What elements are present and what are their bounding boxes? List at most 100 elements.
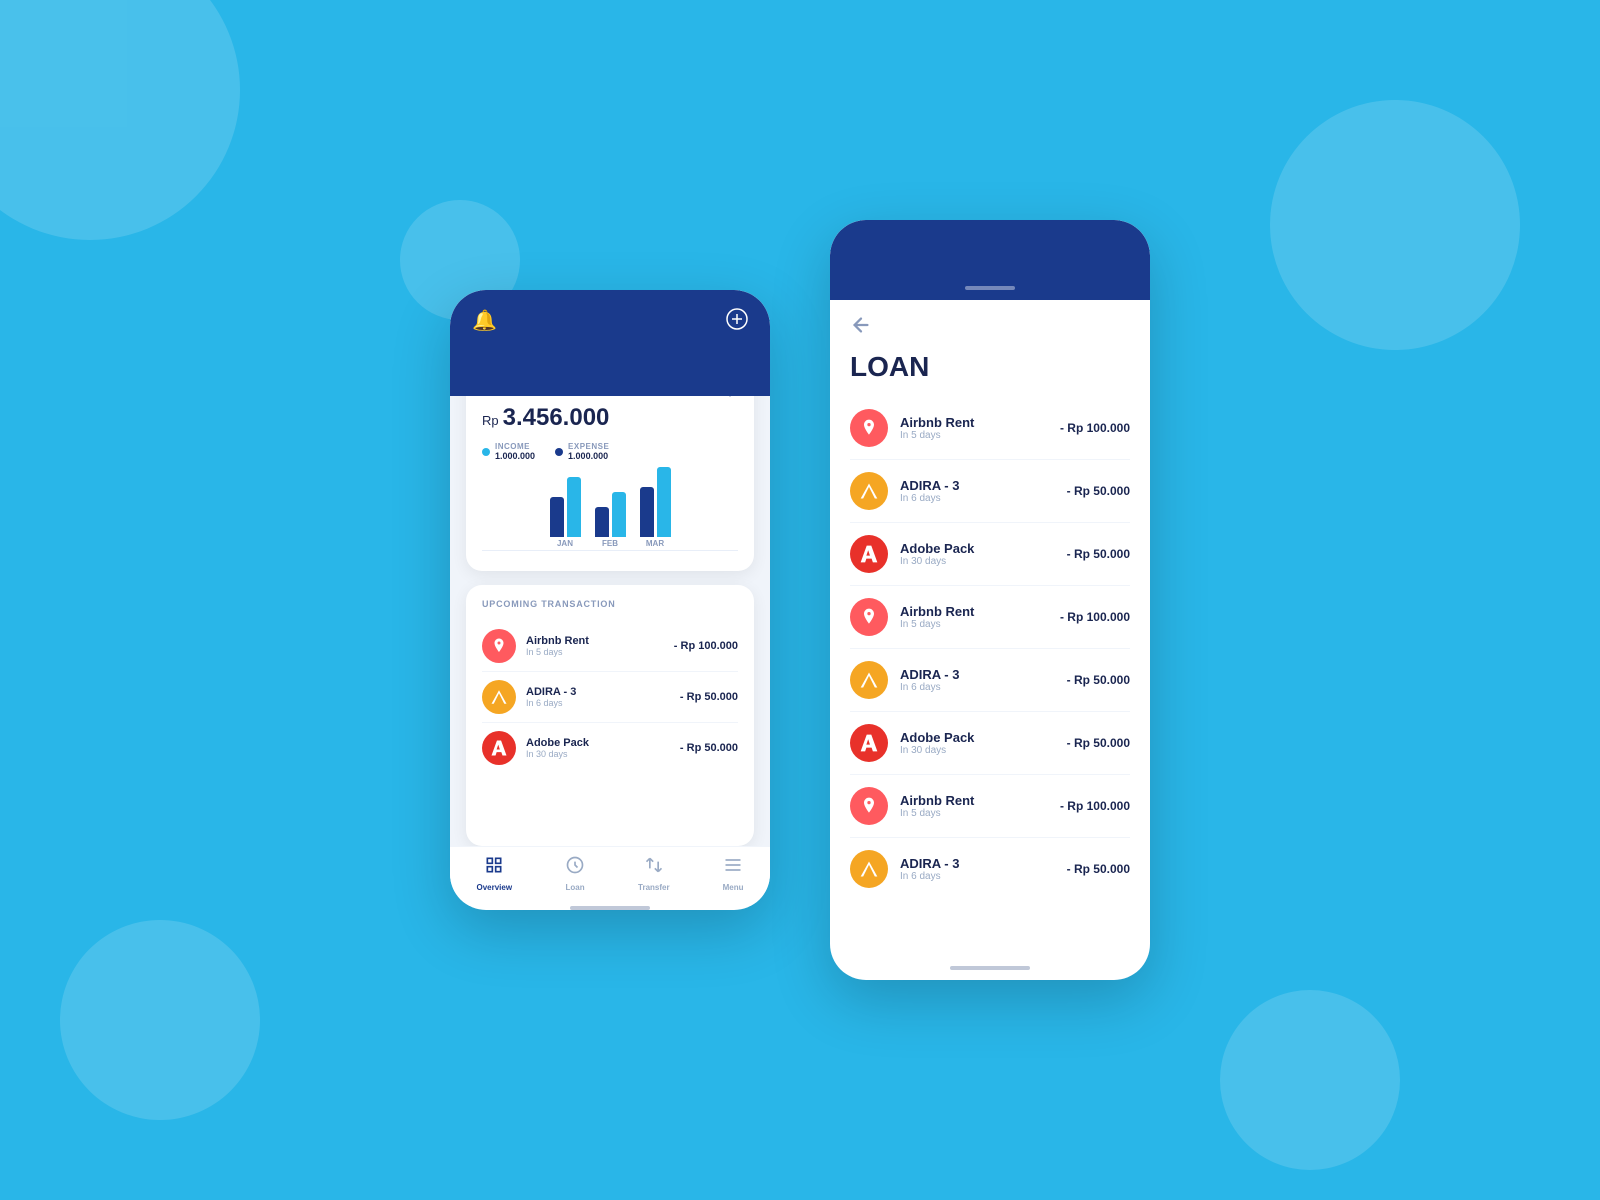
upcoming-title: UPCOMING TRANSACTION (482, 599, 738, 609)
expense-label: EXPENSE (568, 442, 609, 451)
chart-legend: INCOME 1.000.000 EXPENSE 1.000.000 (482, 442, 738, 461)
bar-jan-dark (550, 497, 564, 537)
loan-name: Airbnb Rent (900, 793, 1048, 808)
loan-amount: - Rp 100.000 (1060, 421, 1130, 435)
adira-icon (850, 661, 888, 699)
loan-item[interactable]: ADIRA - 3 In 6 days - Rp 50.000 (850, 838, 1130, 900)
loan-info: ADIRA - 3 In 6 days (900, 856, 1055, 882)
loan-days: In 6 days (900, 493, 1055, 504)
upcoming-card: UPCOMING TRANSACTION Airbnb Rent In 5 da… (466, 585, 754, 846)
right-phone: LOAN Airbnb Rent In 5 days - Rp 100.000 (830, 220, 1150, 980)
nav-transfer[interactable]: Transfer (638, 855, 670, 892)
nav-overview[interactable]: Overview (476, 855, 512, 892)
income-value: 1.000.000 (495, 451, 535, 461)
expense-value: 1.000.000 (568, 451, 609, 461)
loan-amount: - Rp 50.000 (1067, 547, 1130, 561)
loan-amount: - Rp 50.000 (1067, 484, 1130, 498)
airbnb-icon (850, 409, 888, 447)
income-dot (482, 448, 490, 456)
airbnb-icon (850, 598, 888, 636)
loan-info: Adobe Pack In 30 days (900, 541, 1055, 567)
nav-menu[interactable]: Menu (723, 855, 744, 892)
income-legend-item: INCOME 1.000.000 (482, 442, 535, 461)
loan-amount: - Rp 50.000 (1067, 736, 1130, 750)
airbnb-icon (850, 787, 888, 825)
right-phone-top-bar (830, 220, 1150, 300)
transaction-days: In 5 days (526, 647, 664, 657)
nav-transfer-label: Transfer (638, 883, 670, 892)
loan-item[interactable]: Adobe Pack In 30 days - Rp 50.000 (850, 523, 1130, 586)
more-options-icon[interactable]: ⋮ (722, 396, 738, 400)
loan-info: Adobe Pack In 30 days (900, 730, 1055, 756)
loan-amount: - Rp 50.000 (1067, 862, 1130, 876)
loan-name: ADIRA - 3 (900, 667, 1055, 682)
chart-group-feb: FEB (595, 492, 626, 548)
chart-label-feb: FEB (602, 539, 618, 548)
loan-list: Airbnb Rent In 5 days - Rp 100.000 ADIRA… (850, 397, 1130, 946)
adobe-icon (850, 535, 888, 573)
loan-item[interactable]: Airbnb Rent In 5 days - Rp 100.000 (850, 397, 1130, 460)
loan-item[interactable]: ADIRA - 3 In 6 days - Rp 50.000 (850, 460, 1130, 523)
overview-icon (484, 855, 504, 880)
expense-dot (555, 448, 563, 456)
chart-label-mar: MAR (646, 539, 664, 548)
loan-info: Airbnb Rent In 5 days (900, 793, 1048, 819)
loan-title: LOAN (850, 351, 1130, 383)
transaction-item[interactable]: Airbnb Rent In 5 days - Rp 100.000 (482, 621, 738, 672)
transaction-amount: - Rp 50.000 (680, 742, 738, 754)
bar-jan-light (567, 477, 581, 537)
loan-info: ADIRA - 3 In 6 days (900, 667, 1055, 693)
transaction-name: Adobe Pack (526, 737, 670, 749)
balance-amount: Rp3.456.000 (482, 404, 738, 432)
loan-name: Airbnb Rent (900, 415, 1048, 430)
bar-feb-dark (595, 507, 609, 537)
nav-loan[interactable]: Loan (565, 855, 585, 892)
transaction-item[interactable]: ADIRA - 3 In 6 days - Rp 50.000 (482, 672, 738, 723)
loan-days: In 5 days (900, 808, 1048, 819)
loan-amount: - Rp 100.000 (1060, 799, 1130, 813)
loan-amount: - Rp 50.000 (1067, 673, 1130, 687)
menu-icon (723, 855, 743, 880)
chart-group-mar: MAR (640, 467, 671, 548)
add-icon[interactable] (726, 308, 748, 336)
bar-chart: JAN FEB MAR (482, 471, 738, 551)
loan-days: In 6 days (900, 871, 1055, 882)
transaction-days: In 30 days (526, 749, 670, 759)
adira-icon (482, 680, 516, 714)
loan-icon (565, 855, 585, 880)
loan-item[interactable]: Airbnb Rent In 5 days - Rp 100.000 (850, 775, 1130, 838)
back-arrow-icon (850, 314, 872, 341)
bar-feb-light (612, 492, 626, 537)
adobe-icon (482, 731, 516, 765)
bottom-nav: Overview Loan Transfer (450, 846, 770, 906)
loan-item[interactable]: ADIRA - 3 In 6 days - Rp 50.000 (850, 649, 1130, 712)
loan-info: ADIRA - 3 In 6 days (900, 478, 1055, 504)
transaction-name: ADIRA - 3 (526, 686, 670, 698)
left-phone-content: TOTAL BALANCE ⋮ Rp3.456.000 INCOME 1.000… (450, 396, 770, 846)
transaction-item[interactable]: Adobe Pack In 30 days - Rp 50.000 (482, 723, 738, 773)
loan-name: ADIRA - 3 (900, 478, 1055, 493)
transaction-amount: - Rp 50.000 (680, 691, 738, 703)
adobe-icon (850, 724, 888, 762)
balance-card: TOTAL BALANCE ⋮ Rp3.456.000 INCOME 1.000… (466, 396, 754, 571)
adira-icon (850, 850, 888, 888)
transaction-info: ADIRA - 3 In 6 days (526, 686, 670, 708)
loan-item[interactable]: Adobe Pack In 30 days - Rp 50.000 (850, 712, 1130, 775)
income-label: INCOME (495, 442, 535, 451)
loan-info: Airbnb Rent In 5 days (900, 415, 1048, 441)
back-button[interactable] (850, 314, 1130, 341)
bell-icon[interactable]: 🔔 (472, 308, 497, 333)
loan-days: In 5 days (900, 619, 1048, 630)
currency-label: Rp (482, 413, 499, 428)
loan-item[interactable]: Airbnb Rent In 5 days - Rp 100.000 (850, 586, 1130, 649)
transaction-info: Airbnb Rent In 5 days (526, 635, 664, 657)
nav-loan-label: Loan (565, 883, 584, 892)
loan-content: LOAN Airbnb Rent In 5 days - Rp 100.000 (830, 300, 1150, 960)
bar-mar-dark (640, 487, 654, 537)
left-phone: 🔔 TOTAL BALANCE ⋮ Rp3.456.000 (450, 290, 770, 910)
transaction-amount: - Rp 100.000 (674, 640, 738, 652)
adira-icon (850, 472, 888, 510)
nav-menu-label: Menu (723, 883, 744, 892)
transfer-icon (644, 855, 664, 880)
chart-label-jan: JAN (557, 539, 573, 548)
